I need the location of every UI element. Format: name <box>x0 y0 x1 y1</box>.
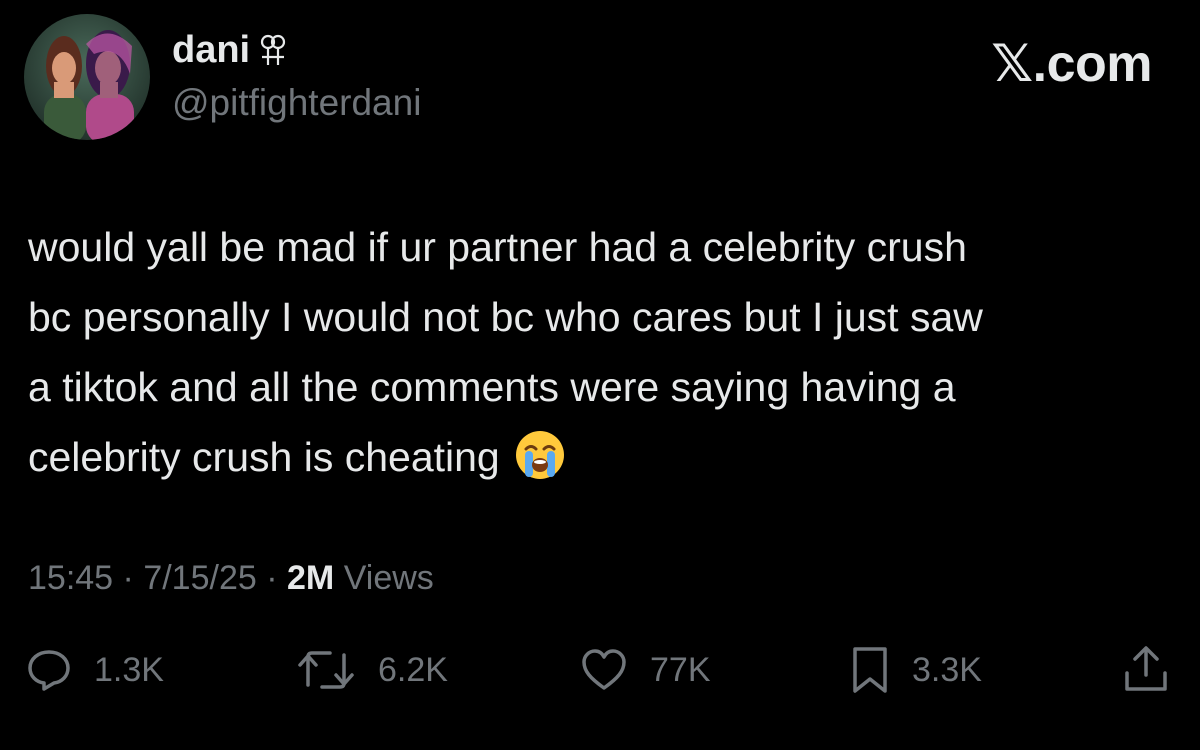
repost-button[interactable]: 6.2K <box>296 638 448 702</box>
tweet-date[interactable]: 7/15/25 <box>143 559 256 597</box>
avatar[interactable] <box>24 14 150 140</box>
tweet-line: bc personally I would not bc who cares b… <box>28 294 983 340</box>
x-com-watermark: 𝕏.com <box>991 35 1152 93</box>
tweet-line: would yall be mad if ur partner had a ce… <box>28 224 967 270</box>
reply-count: 1.3K <box>94 651 164 689</box>
tweet-text: would yall be mad if ur partner had a ce… <box>28 212 1168 492</box>
user-handle[interactable]: @pitfighterdani <box>172 80 421 126</box>
tweet-meta: 15:45 · 7/15/25 · 2M Views <box>28 556 434 600</box>
tweet-time[interactable]: 15:45 <box>28 559 113 597</box>
views-count: 2M <box>287 559 335 597</box>
repost-count: 6.2K <box>378 651 448 689</box>
share-icon <box>1125 646 1167 691</box>
tweet-line: a tiktok and all the comments were sayin… <box>28 364 956 410</box>
like-count: 77K <box>650 651 711 689</box>
loudly-crying-face-icon <box>514 429 566 481</box>
meta-separator: · <box>122 559 134 597</box>
reply-button[interactable]: 1.3K <box>26 638 164 702</box>
user-name-row: dani <box>172 26 286 74</box>
display-name[interactable]: dani <box>172 26 250 74</box>
tweet-line-last: celebrity crush is cheating <box>28 422 1168 492</box>
reply-icon <box>28 650 70 691</box>
avatar-image <box>24 14 150 140</box>
bookmark-icon <box>853 647 887 693</box>
meta-separator: · <box>266 559 278 597</box>
views-label: Views <box>343 559 434 597</box>
repost-icon <box>298 651 354 689</box>
like-button[interactable]: 77K <box>580 638 711 702</box>
heart-icon <box>582 649 626 690</box>
bookmark-button[interactable]: 3.3K <box>850 638 982 702</box>
share-button[interactable] <box>1122 638 1170 702</box>
double-female-symbol-icon <box>260 31 286 69</box>
bookmark-count: 3.3K <box>912 651 982 689</box>
action-bar: 1.3K 6.2K 77K 3.3K <box>0 638 1200 702</box>
tweet-line-text: celebrity crush is cheating <box>28 434 500 480</box>
